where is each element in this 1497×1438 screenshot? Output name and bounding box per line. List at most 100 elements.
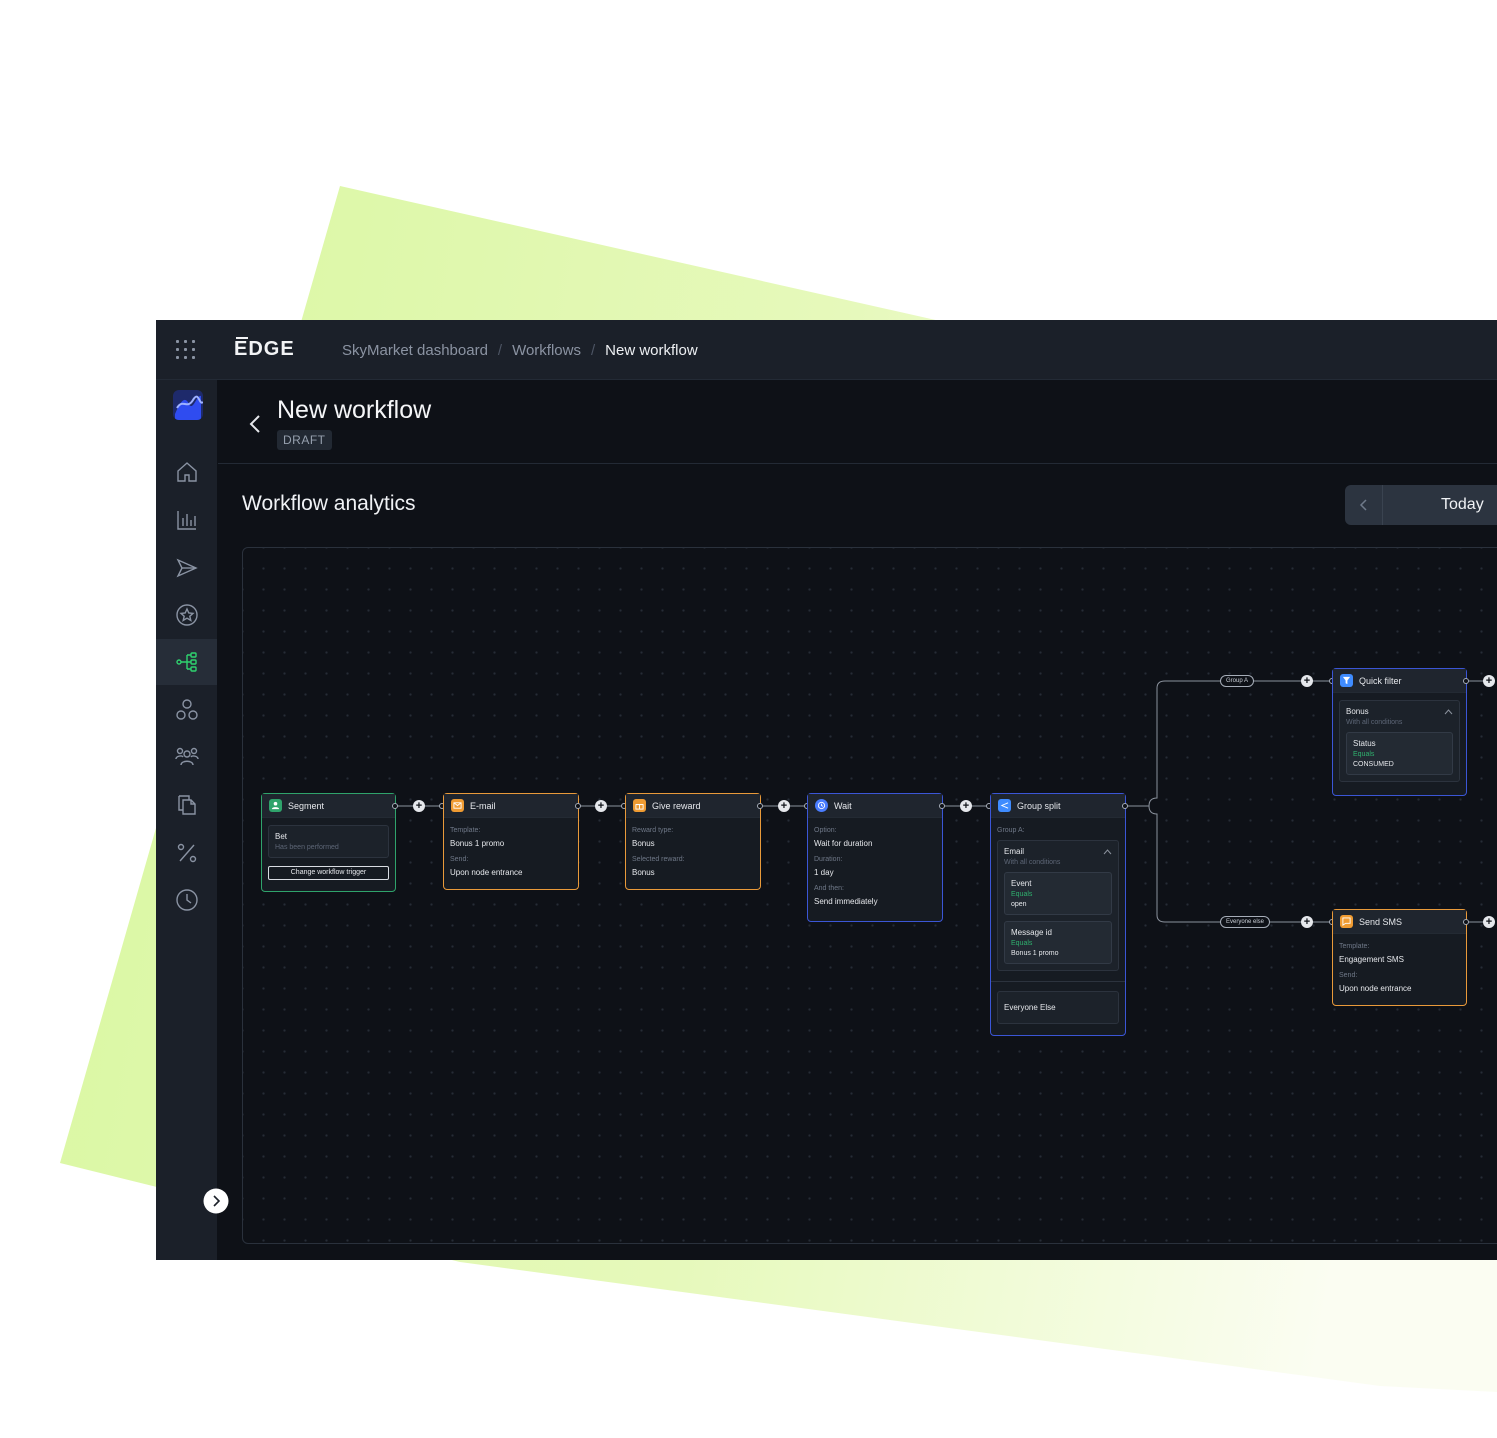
- field-label: Option:: [814, 827, 837, 834]
- field-label: And then:: [814, 885, 844, 892]
- node-email[interactable]: E-mail Template: Bonus 1 promo Send: Upo…: [443, 793, 579, 890]
- breadcrumb: SkyMarket dashboard / Workflows / New wo…: [342, 342, 698, 359]
- mail-icon: [451, 799, 464, 812]
- add-step-button[interactable]: +: [1301, 675, 1313, 687]
- chevron-up-icon[interactable]: [1103, 849, 1112, 855]
- chevron-left-icon: [1359, 499, 1367, 511]
- timer-icon: [815, 799, 828, 812]
- page: EDGE SkyMarket dashboard / Workflows / N…: [0, 0, 1497, 1438]
- node-body: Bet Has been performed Change workflow t…: [262, 818, 395, 887]
- node-segment[interactable]: Segment Bet Has been performed Change wo…: [261, 793, 396, 892]
- add-step-button[interactable]: +: [960, 800, 972, 812]
- output-port[interactable]: [1463, 678, 1469, 684]
- add-step-button[interactable]: +: [413, 800, 425, 812]
- field-value: Bonus: [632, 839, 655, 848]
- output-port[interactable]: [939, 803, 945, 809]
- node-header: Quick filter: [1333, 669, 1466, 693]
- condition-name: Status: [1353, 739, 1376, 748]
- condition-status[interactable]: Status Equals CONSUMED: [1346, 732, 1453, 775]
- apps-grid-icon[interactable]: [176, 340, 196, 360]
- add-step-button[interactable]: +: [1483, 675, 1495, 687]
- date-range-picker[interactable]: Today: [1345, 485, 1497, 525]
- branch-label-group-a: Group A: [1220, 675, 1255, 687]
- condition-name: Bet: [275, 832, 288, 841]
- node-title: Segment: [288, 800, 325, 811]
- previous-period-button[interactable]: [1345, 485, 1383, 525]
- output-port[interactable]: [392, 803, 398, 809]
- field-value: Upon node entrance: [450, 868, 523, 877]
- group-a-conditions[interactable]: Email With all conditions Event Equals o…: [997, 840, 1119, 971]
- sidebar-item-loyalty[interactable]: [156, 592, 217, 638]
- output-port[interactable]: [1463, 919, 1469, 925]
- node-group-split[interactable]: Group split Group A: Email With all cond…: [990, 793, 1126, 1036]
- expand-sidebar-button[interactable]: [203, 1188, 229, 1214]
- node-title: Give reward: [652, 800, 701, 811]
- condition-value: CONSUMED: [1353, 761, 1394, 768]
- node-title: Group split: [1017, 800, 1061, 811]
- field-value: 1 day: [814, 868, 834, 877]
- branch-label-everyone-else: Everyone else: [1220, 916, 1271, 928]
- home-icon: [176, 462, 197, 482]
- output-port[interactable]: [575, 803, 581, 809]
- page-title: New workflow: [277, 396, 432, 424]
- sidebar-item-documents[interactable]: [156, 782, 217, 828]
- node-quick-filter[interactable]: Quick filter Bonus With all conditions S…: [1332, 668, 1467, 796]
- channel-name: Email: [1004, 847, 1025, 856]
- condition-operator: Equals: [1011, 940, 1033, 947]
- workspace-avatar[interactable]: [173, 390, 203, 420]
- sidebar-item-users[interactable]: [156, 734, 217, 780]
- condition-event[interactable]: Event Equals open: [1004, 872, 1112, 915]
- node-send-sms[interactable]: Send SMS Template: Engagement SMS Send: …: [1332, 909, 1467, 1006]
- node-body: Template: Bonus 1 promo Send: Upon node …: [444, 818, 578, 892]
- divider: [991, 981, 1125, 982]
- field-label: Reward type:: [632, 827, 674, 834]
- everyone-else-group[interactable]: Everyone Else: [997, 991, 1119, 1024]
- node-body: Template: Engagement SMS Send: Upon node…: [1333, 934, 1466, 1008]
- chevron-up-icon[interactable]: [1444, 709, 1453, 715]
- app-window: EDGE SkyMarket dashboard / Workflows / N…: [156, 320, 1497, 1260]
- condition-name: Message id: [1011, 928, 1052, 937]
- output-port[interactable]: [1122, 803, 1128, 809]
- condition-message-id[interactable]: Message id Equals Bonus 1 promo: [1004, 921, 1112, 964]
- workflow-canvas[interactable]: Segment Bet Has been performed Change wo…: [242, 547, 1497, 1244]
- node-title: Send SMS: [1359, 916, 1403, 927]
- node-give-reward[interactable]: Give reward Reward type: Bonus Selected …: [625, 793, 761, 890]
- sidebar-item-analytics[interactable]: [156, 497, 217, 543]
- add-step-button[interactable]: +: [1301, 916, 1313, 928]
- segment-condition[interactable]: Bet Has been performed: [268, 825, 389, 858]
- breadcrumb-workflows[interactable]: Workflows: [512, 342, 581, 359]
- add-step-button[interactable]: +: [778, 800, 790, 812]
- change-trigger-button[interactable]: Change workflow trigger: [268, 866, 389, 880]
- breadcrumb-current: New workflow: [605, 342, 698, 359]
- back-arrow-icon[interactable]: [246, 412, 266, 436]
- node-title: E-mail: [470, 800, 496, 811]
- users-icon: [174, 747, 199, 766]
- sidebar-item-segments[interactable]: [156, 687, 217, 733]
- sidebar-item-home[interactable]: [156, 449, 217, 495]
- sidebar-item-history[interactable]: [156, 877, 217, 923]
- status-badge: DRAFT: [277, 430, 332, 450]
- condition-operator: Equals: [1353, 751, 1375, 758]
- field-value: Upon node entrance: [1339, 984, 1412, 993]
- sidebar-item-workflows[interactable]: [156, 639, 217, 685]
- add-step-button[interactable]: +: [1483, 916, 1495, 928]
- brand-logo[interactable]: EDGE: [234, 338, 295, 361]
- channel-hint: With all conditions: [1004, 859, 1061, 866]
- sidebar-item-promotions[interactable]: [156, 830, 217, 876]
- clock-icon: [175, 889, 198, 911]
- filter-conditions[interactable]: Bonus With all conditions Status Equals …: [1339, 700, 1460, 782]
- field-label: Template:: [1339, 943, 1370, 950]
- date-range-label: Today: [1441, 496, 1484, 513]
- filter-icon: [1340, 674, 1353, 687]
- node-wait[interactable]: Wait Option: Wait for duration Duration:…: [807, 793, 943, 922]
- workflow-icon: [175, 652, 197, 672]
- sidebar-item-campaigns[interactable]: [156, 545, 217, 591]
- node-header: Send SMS: [1333, 910, 1466, 934]
- add-step-button[interactable]: +: [595, 800, 607, 812]
- node-body: Reward type: Bonus Selected reward: Bonu…: [626, 818, 760, 892]
- output-port[interactable]: [757, 803, 763, 809]
- breadcrumb-dashboard[interactable]: SkyMarket dashboard: [342, 342, 488, 359]
- node-title: Quick filter: [1359, 675, 1402, 686]
- chart-icon: [176, 511, 196, 530]
- field-label: Send:: [1339, 972, 1358, 979]
